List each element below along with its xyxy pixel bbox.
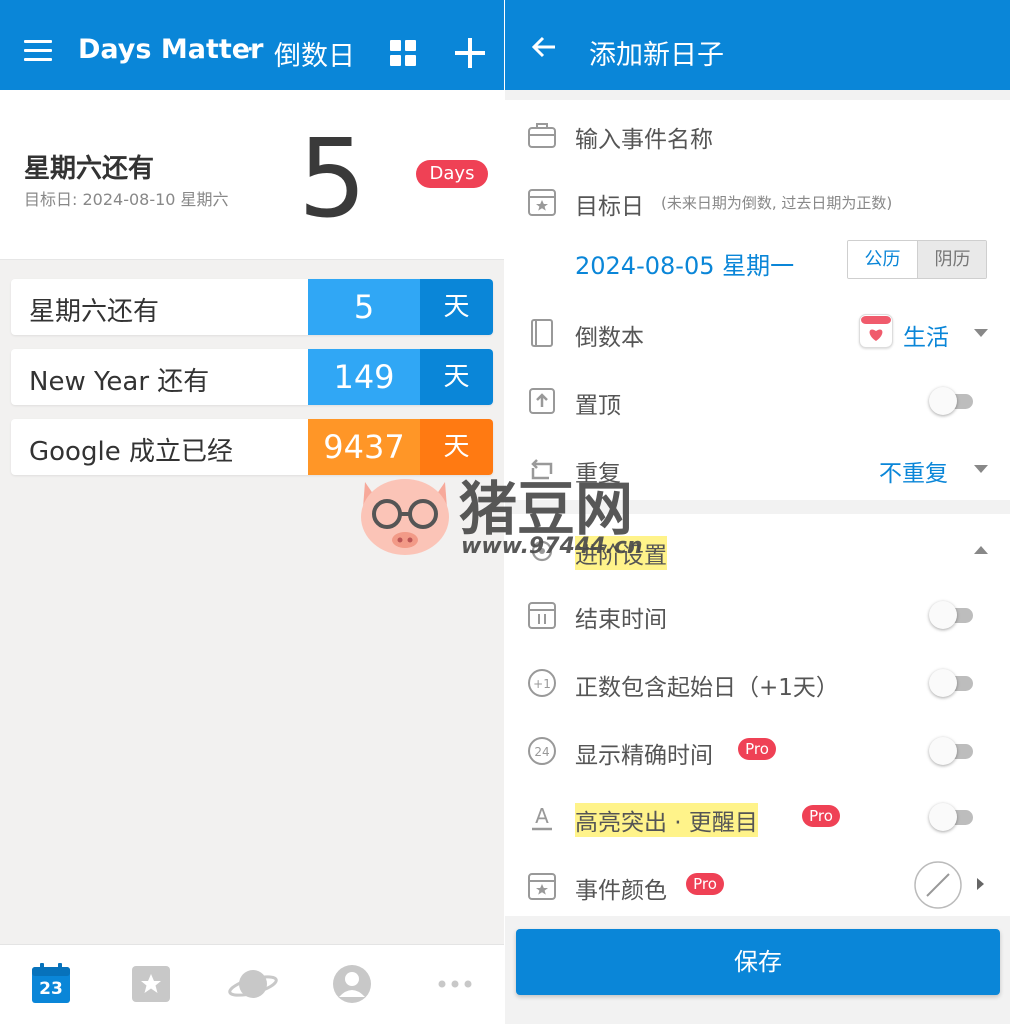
grid-view-icon[interactable] [390, 40, 416, 66]
event-name-input[interactable]: 输入事件名称 [575, 120, 713, 154]
repeat-value[interactable]: 不重复 [879, 454, 948, 488]
life-book-icon [859, 314, 893, 348]
event-name: New Year 还有 [29, 367, 210, 397]
planet-icon[interactable] [228, 963, 278, 1005]
event-color-label: 事件颜色 [575, 878, 667, 904]
plus-one-icon: +1 [527, 668, 557, 698]
pig-logo-icon [361, 479, 449, 555]
basic-settings-card: 输入事件名称 目标日 (未来日期为倒数, 过去日期为正数) 2024-08-05… [505, 100, 1010, 500]
precise-time-toggle[interactable] [929, 737, 973, 765]
event-color-icon [527, 871, 557, 901]
pin-toggle[interactable] [929, 387, 973, 415]
featured-event-title: 星期六还有 [24, 154, 155, 184]
more-icon[interactable] [436, 963, 476, 1005]
end-time-toggle[interactable] [929, 601, 973, 629]
highlight-toggle[interactable] [929, 803, 973, 831]
clock-24-icon: 24 [527, 736, 557, 766]
end-time-label: 结束时间 [575, 607, 667, 633]
calendar-icon[interactable]: 23 [31, 963, 71, 1005]
form-top-bar: 添加新日子 [505, 0, 1010, 90]
back-arrow-icon[interactable] [531, 34, 557, 60]
end-time-icon [527, 600, 557, 630]
pro-badge: Pro [802, 805, 840, 827]
color-swatch-none-icon[interactable] [913, 860, 963, 910]
bottom-navigation: 23 [0, 944, 504, 1024]
target-date-value[interactable]: 2024-08-05 星期一 [575, 246, 794, 281]
event-row[interactable]: 星期六还有 5 天 [11, 279, 493, 335]
include-start-toggle[interactable] [929, 669, 973, 697]
watermark: 猪豆网 www.97444.cn [355, 462, 685, 572]
featured-event-days: 5 [298, 117, 367, 242]
form-title: 添加新日子 [589, 40, 724, 71]
featured-event-card[interactable]: 星期六还有 目标日: 2024-08-10 星期六 5 Days [0, 90, 504, 260]
profile-icon[interactable] [332, 963, 372, 1005]
star-card-icon[interactable] [131, 963, 171, 1005]
app-name: Days Matter [78, 34, 264, 65]
book-dropdown-icon[interactable] [974, 329, 988, 337]
include-start-label: 正数包含起始日（+1天） [575, 675, 839, 701]
pin-top-icon [527, 386, 557, 416]
featured-event-date: 目标日: 2024-08-10 星期六 [24, 190, 229, 209]
event-name: 星期六还有 [29, 297, 160, 327]
event-days: 5 [308, 279, 420, 335]
event-unit: 天 [420, 349, 493, 405]
text-highlight-icon: A [527, 803, 557, 833]
save-button[interactable]: 保存 [516, 929, 1000, 995]
target-day-hint: (未来日期为倒数, 过去日期为正数) [661, 194, 893, 212]
event-row[interactable]: New Year 还有 149 天 [11, 349, 493, 405]
target-day-label: 目标日 [575, 194, 644, 220]
briefcase-icon [527, 120, 557, 150]
book-icon [527, 318, 557, 348]
precise-time-label: 显示精确时间 [575, 743, 713, 769]
svg-text:+1: +1 [533, 677, 551, 691]
pin-label: 置顶 [575, 393, 621, 419]
svg-text:24: 24 [534, 745, 549, 759]
days-badge: Days [416, 160, 488, 188]
advanced-settings-card: 进阶设置 结束时间 +1 正数包含起始日（+1天） 24 显示精确时间 Pro … [505, 514, 1010, 916]
lunar-calendar-option[interactable]: 阴历 [917, 241, 986, 278]
highlight-label: 高亮突出 · 更醒目 [575, 803, 758, 837]
chevron-right-icon[interactable] [977, 878, 984, 890]
pro-badge: Pro [738, 738, 776, 760]
section-title[interactable]: 倒数日 [274, 34, 355, 73]
repeat-dropdown-icon[interactable] [974, 465, 988, 473]
pro-badge: Pro [686, 873, 724, 895]
event-name: Google 成立已经 [29, 437, 233, 467]
solar-calendar-option[interactable]: 公历 [848, 241, 917, 278]
svg-text:A: A [535, 804, 549, 828]
app-top-bar: Days Matter · 倒数日 [0, 0, 504, 90]
book-value[interactable]: 生活 [903, 318, 949, 352]
plus-icon[interactable] [455, 38, 485, 68]
event-unit: 天 [420, 279, 493, 335]
calendar-star-icon [527, 187, 557, 217]
book-label: 倒数本 [575, 325, 644, 351]
hamburger-icon[interactable] [24, 40, 52, 62]
event-days: 149 [308, 349, 420, 405]
calendar-type-toggle: 公历 阴历 [847, 240, 987, 279]
title-separator: · [246, 34, 255, 65]
watermark-url: www.97444.cn [461, 534, 643, 559]
collapse-icon[interactable] [974, 546, 988, 554]
calendar-number: 23 [39, 979, 63, 999]
